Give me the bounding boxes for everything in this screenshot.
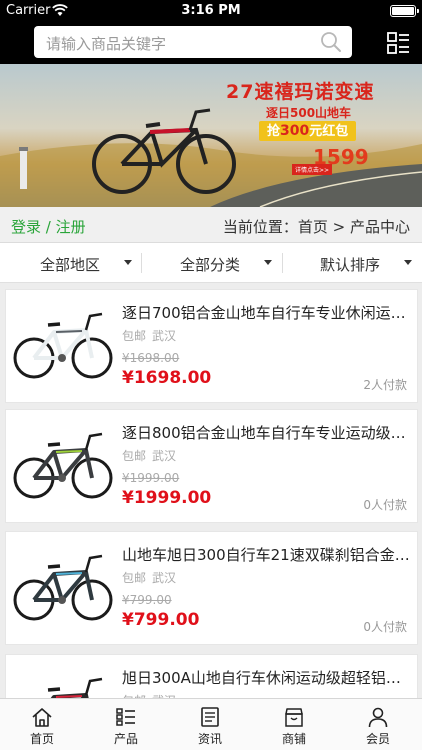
product-image — [10, 294, 116, 398]
product-image — [10, 536, 116, 640]
product-item[interactable]: 山地车旭日300自行车21速双碟刹铝合金山地自行车 包邮武汉 ¥799.00 ¥… — [5, 531, 418, 645]
tab-products-label: 产品 — [113, 732, 138, 746]
product-sales-count: 0人付款 — [363, 498, 407, 512]
news-icon — [201, 707, 219, 727]
filter-category-label: 全部分类 — [180, 256, 241, 274]
product-image — [10, 414, 116, 518]
tab-bar: 首页 产品 资讯 商铺 会员 — [0, 698, 422, 750]
header: Carrier 3:16 PM 请输入商品关键字 — [0, 0, 422, 64]
banner-coupon: 抢300元红包 — [259, 121, 357, 141]
filter-category[interactable]: 全部分类 — [142, 243, 282, 283]
clock: 3:16 PM — [181, 3, 241, 18]
filter-bar: 全部地区 全部分类 默认排序 — [0, 243, 422, 283]
login-register-link[interactable]: 登录 / 注册 — [11, 216, 86, 237]
filter-sort-label: 默认排序 — [320, 256, 381, 274]
tab-home[interactable]: 首页 — [0, 699, 84, 750]
chevron-down-icon — [404, 260, 412, 265]
tab-member-label: 会员 — [365, 732, 390, 746]
product-original-price: ¥1698.00 — [122, 351, 180, 365]
chevron-down-icon — [264, 260, 272, 265]
chevron-down-icon — [124, 260, 132, 265]
product-item[interactable]: 逐日700铝合金山地车自行车专业休闲运动级超轻铝合金 包邮武汉 ¥1698.00… — [5, 289, 418, 403]
search-icon[interactable] — [320, 31, 342, 53]
product-original-price: ¥799.00 — [122, 593, 172, 607]
status-bar: Carrier 3:16 PM — [0, 0, 422, 22]
product-sales-count: 0人付款 — [363, 620, 407, 634]
search-input[interactable]: 请输入商品关键字 — [46, 33, 166, 54]
tab-shop[interactable]: 商铺 — [252, 699, 336, 750]
battery-icon — [390, 5, 419, 17]
banner-headline: 27速禧玛诺变速 — [226, 81, 375, 103]
home-icon — [32, 708, 52, 727]
breadcrumb: 当前位置：首页 > 产品中心 — [222, 218, 410, 236]
list-icon — [116, 708, 135, 726]
tab-news-label: 资讯 — [197, 732, 222, 746]
product-meta: 包邮武汉 — [122, 449, 177, 463]
breadcrumb-bar: 登录 / 注册 当前位置：首页 > 产品中心 — [0, 207, 422, 243]
banner-cta-button[interactable]: 详情点击>> — [292, 164, 333, 175]
category-menu-icon[interactable] — [386, 31, 410, 55]
filter-region-label: 全部地区 — [40, 256, 101, 274]
product-sales-count: 2人付款 — [363, 378, 407, 392]
product-meta: 包邮武汉 — [122, 571, 177, 585]
product-price: ¥799.00 — [122, 610, 200, 630]
tab-news[interactable]: 资讯 — [168, 699, 252, 750]
tab-home-label: 首页 — [29, 732, 54, 746]
product-item[interactable]: 逐日800铝合金山地车自行车专业运动级超轻铝合金 包邮武汉 ¥1999.00 ¥… — [5, 409, 418, 523]
tab-shop-label: 商铺 — [281, 732, 306, 746]
search-box[interactable]: 请输入商品关键字 — [34, 26, 352, 58]
product-title: 山地车旭日300自行车21速双碟刹铝合金山地自行车 — [122, 546, 412, 564]
product-price: ¥1698.00 — [122, 368, 212, 388]
product-title: 逐日700铝合金山地车自行车专业休闲运动级超轻铝合金 — [122, 304, 412, 322]
product-price: ¥1999.00 — [122, 488, 212, 508]
product-title: 旭日300A山地自行车休闲运动级超轻铝合金 — [122, 669, 412, 687]
filter-sort[interactable]: 默认排序 — [283, 243, 422, 283]
tab-products[interactable]: 产品 — [84, 699, 168, 750]
app-screen: Carrier 3:16 PM 请输入商品关键字 27速禧玛诺变速 逐日500山… — [0, 0, 422, 750]
product-meta: 包邮武汉 — [122, 329, 177, 343]
user-icon — [368, 707, 388, 728]
tab-member[interactable]: 会员 — [336, 699, 420, 750]
banner-subline: 逐日500山地车 — [266, 106, 352, 120]
product-original-price: ¥1999.00 — [122, 471, 180, 485]
filter-region[interactable]: 全部地区 — [0, 243, 140, 283]
product-title: 逐日800铝合金山地车自行车专业运动级超轻铝合金 — [122, 424, 412, 442]
promo-banner[interactable]: 27速禧玛诺变速 逐日500山地车 抢300元红包 1599 详情点击>> — [0, 64, 422, 207]
shop-icon — [285, 708, 303, 727]
